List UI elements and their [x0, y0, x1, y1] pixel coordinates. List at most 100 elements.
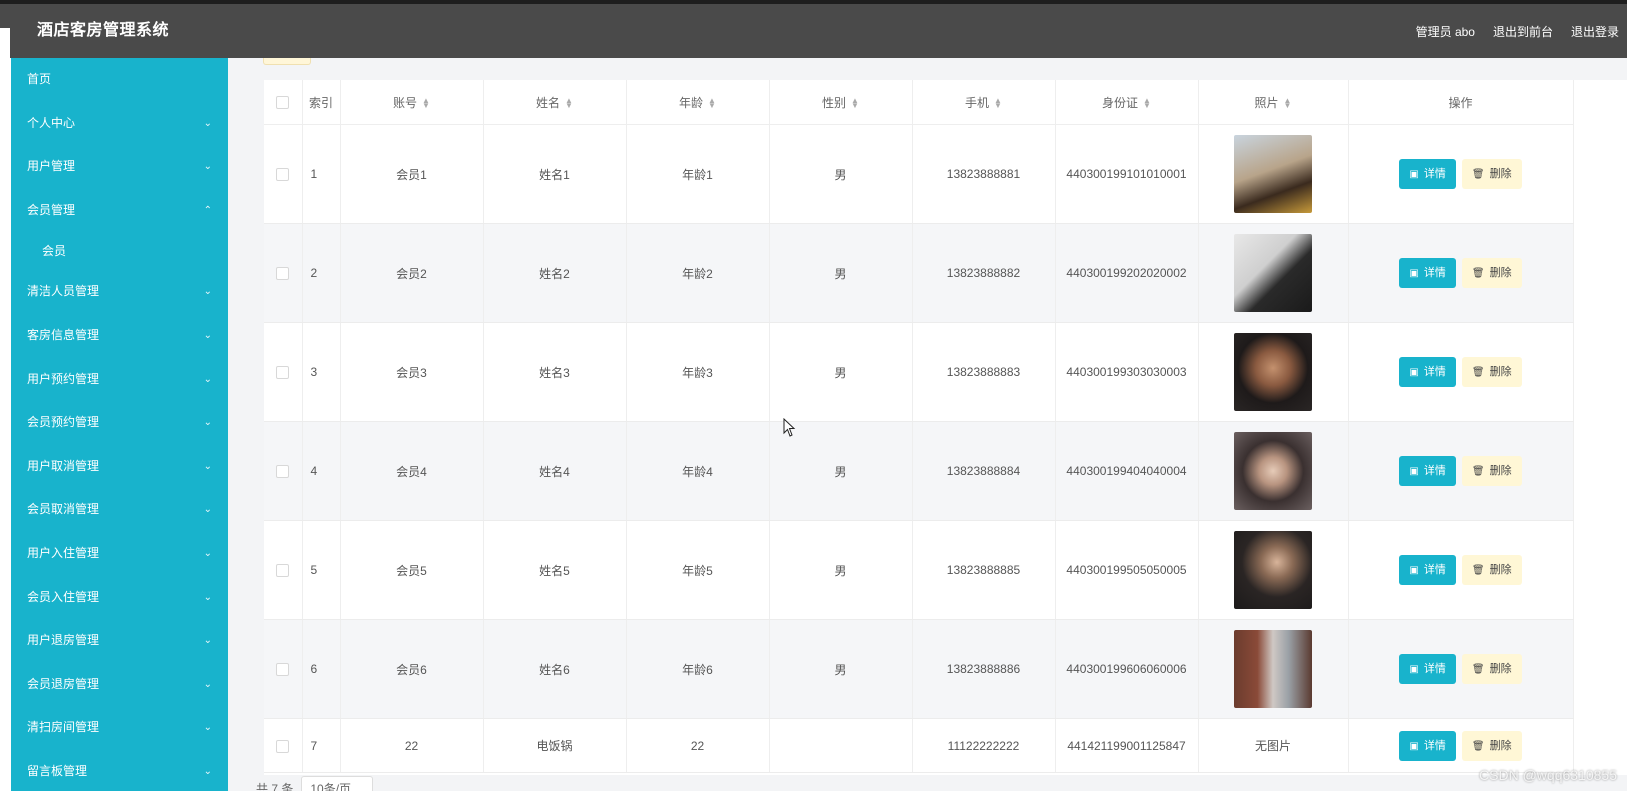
cell-index: 3 [302, 322, 341, 422]
row-checkbox[interactable] [276, 465, 290, 479]
cell-actions: ▣ 详情 🗑 删除 [1348, 421, 1574, 521]
cell-id-card: 440300199505050005 [1055, 520, 1199, 620]
cell-actions: ▣ 详情 🗑 删除 [1348, 718, 1574, 773]
header-index: 索引 [302, 80, 341, 125]
chevron-down-icon: ⌄ [203, 722, 212, 734]
delete-button[interactable]: 🗑 删除 [1461, 357, 1522, 387]
sidebar-item[interactable]: 用户取消管理 ⌄ [11, 445, 228, 489]
chevron-down-icon: ⌄ [203, 635, 212, 647]
delete-button[interactable]: 🗑 删除 [1461, 730, 1522, 761]
header-phone[interactable]: 手机 ▲ ▼ [912, 80, 1056, 125]
cell-name: 姓名2 [483, 223, 627, 323]
cell-photo [1198, 322, 1349, 422]
row-select-cell[interactable] [264, 124, 303, 224]
detail-button[interactable]: ▣ 详情 [1399, 258, 1456, 288]
row-checkbox[interactable] [276, 366, 290, 380]
cell-photo [1198, 124, 1349, 224]
detail-button[interactable]: ▣ 详情 [1399, 654, 1456, 684]
table-row: 1 会员1 姓名1 年龄1 男 13823888881 440300199101010001… [264, 124, 1574, 224]
header-account[interactable]: 账号 ▲ ▼ [340, 80, 484, 125]
row-select-cell[interactable] [264, 223, 303, 323]
page-size-select[interactable]: 10条/页 [301, 776, 374, 791]
sidebar-item[interactable]: 用户入住管理 ⌄ [11, 532, 228, 576]
delete-button[interactable]: 🗑 删除 [1461, 456, 1522, 486]
row-checkbox[interactable] [276, 663, 290, 677]
sort-icon[interactable]: ▲ ▼ [1143, 97, 1151, 110]
detail-button[interactable]: ▣ 详情 [1399, 730, 1456, 761]
sidebar-subitem[interactable]: 会员 [11, 232, 228, 270]
sort-icon[interactable]: ▲ ▼ [994, 97, 1002, 110]
main-content: 索引 账号 ▲ ▼ 姓名 ▲ ▼ 年龄 ▲ ▼ 性别 ▲ ▼ 手机 ▲ ▼ 身份证 ▲ ▼ 照片 ▲ ▼ 操… [248, 58, 1627, 791]
row-checkbox[interactable] [276, 168, 290, 182]
header-age[interactable]: 年龄 ▲ ▼ [626, 80, 770, 125]
detail-button[interactable]: ▣ 详情 [1399, 357, 1456, 387]
pager-total: 共 7 条 [256, 781, 294, 791]
sidebar-item-label: 首页 [27, 72, 52, 86]
row-select-cell[interactable] [264, 322, 303, 422]
delete-button-label: 删除 [1489, 465, 1512, 477]
cell-actions: ▣ 详情 🗑 删除 [1348, 124, 1574, 224]
row-checkbox[interactable] [276, 739, 290, 753]
sidebar-item[interactable]: 会员管理 ⌃ [11, 189, 228, 233]
sidebar-item[interactable]: 用户管理 ⌄ [11, 145, 228, 189]
logout-link[interactable]: 退出登录 [1571, 23, 1619, 40]
cell-age: 22 [626, 718, 770, 773]
document-icon: ▣ [1409, 466, 1419, 477]
row-select-cell[interactable] [264, 520, 303, 620]
delete-button[interactable]: 🗑 删除 [1461, 258, 1522, 288]
cell-actions: ▣ 详情 🗑 删除 [1348, 322, 1574, 422]
select-all-header[interactable] [264, 80, 303, 125]
header-name[interactable]: 姓名 ▲ ▼ [483, 80, 627, 125]
sidebar-item[interactable]: 清扫房间管理 ⌄ [11, 706, 228, 750]
document-icon: ▣ [1409, 664, 1419, 675]
sidebar-item[interactable]: 会员预约管理 ⌄ [11, 401, 228, 445]
toolbar-chip[interactable] [263, 58, 311, 65]
row-select-cell[interactable] [264, 718, 303, 773]
row-checkbox[interactable] [276, 564, 290, 578]
trash-icon: 🗑 [1471, 664, 1485, 675]
detail-button[interactable]: ▣ 详情 [1399, 159, 1456, 189]
row-checkbox[interactable] [276, 267, 290, 281]
sidebar-item[interactable]: 用户退房管理 ⌄ [11, 619, 228, 663]
header-photo[interactable]: 照片 ▲ ▼ [1198, 80, 1349, 125]
goto-front-link[interactable]: 退出到前台 [1493, 23, 1553, 40]
sort-icon[interactable]: ▲ ▼ [422, 97, 430, 110]
content-gap [228, 58, 248, 791]
chevron-down-icon: ⌄ [203, 329, 212, 341]
cell-photo [1198, 223, 1349, 323]
row-select-cell[interactable] [264, 421, 303, 521]
detail-button-label: 详情 [1423, 465, 1446, 477]
sidebar-item[interactable]: 清洁人员管理 ⌄ [11, 270, 228, 314]
delete-button[interactable]: 🗑 删除 [1461, 555, 1522, 585]
cell-photo [1198, 619, 1349, 719]
cell-age: 年龄1 [626, 124, 770, 224]
sidebar-item[interactable]: 客房信息管理 ⌄ [11, 314, 228, 358]
detail-button[interactable]: ▣ 详情 [1399, 456, 1456, 486]
sidebar-item[interactable]: 会员取消管理 ⌄ [11, 488, 228, 532]
sort-icon[interactable]: ▲ ▼ [565, 97, 573, 110]
mouse-cursor-icon [783, 418, 796, 437]
sort-icon[interactable]: ▲ ▼ [1284, 97, 1292, 110]
cell-photo: 无图片 [1198, 718, 1349, 773]
row-select-cell[interactable] [264, 619, 303, 719]
sort-icon[interactable]: ▲ ▼ [851, 97, 859, 110]
sidebar-item[interactable]: 会员退房管理 ⌄ [11, 663, 228, 707]
delete-button[interactable]: 🗑 删除 [1461, 159, 1522, 189]
sort-icon[interactable]: ▲ ▼ [708, 97, 716, 110]
sidebar-item[interactable]: 用户预约管理 ⌄ [11, 358, 228, 402]
member-photo [1234, 432, 1312, 510]
sidebar-item[interactable]: 首页 [11, 58, 228, 102]
sidebar-item[interactable]: 个人中心 ⌄ [11, 102, 228, 146]
sidebar-item[interactable]: 留言板管理 ⌄ [11, 750, 228, 791]
header-gender[interactable]: 性别 ▲ ▼ [769, 80, 913, 125]
member-photo [1234, 333, 1312, 411]
detail-button-label: 详情 [1423, 663, 1446, 675]
chevron-down-icon: ⌄ [203, 161, 212, 173]
trash-icon: 🗑 [1471, 565, 1485, 576]
delete-button[interactable]: 🗑 删除 [1461, 654, 1522, 684]
cell-phone: 13823888881 [912, 124, 1056, 224]
select-all-checkbox[interactable] [276, 96, 290, 110]
detail-button[interactable]: ▣ 详情 [1399, 555, 1456, 585]
header-id-card[interactable]: 身份证 ▲ ▼ [1055, 80, 1199, 125]
sidebar-item[interactable]: 会员入住管理 ⌄ [11, 576, 228, 620]
